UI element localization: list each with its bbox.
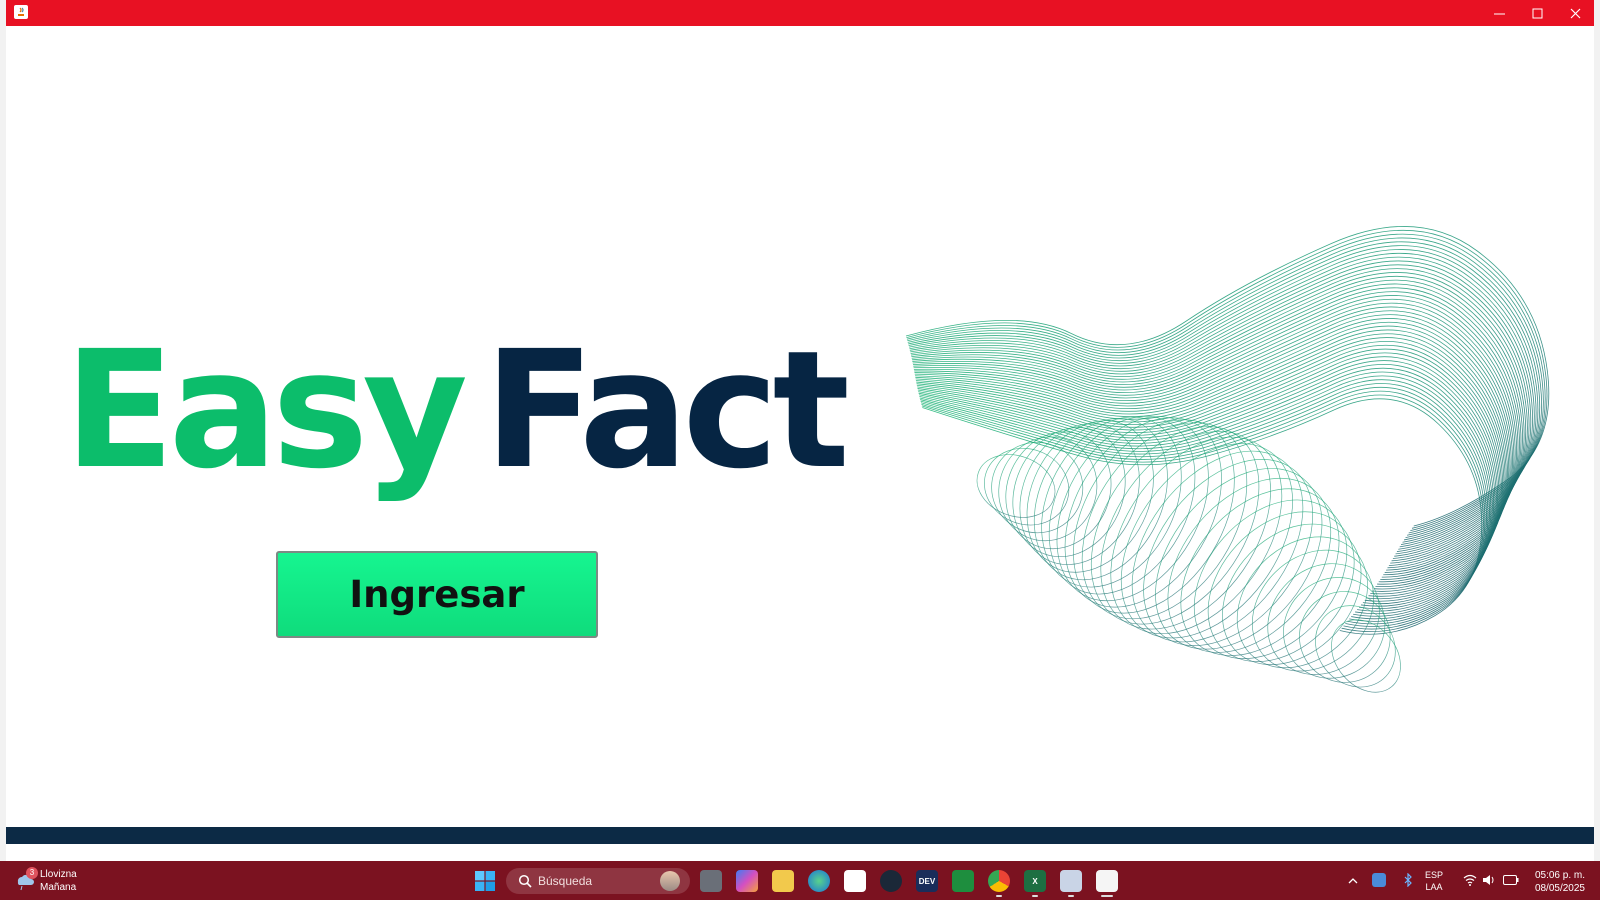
java-app-taskbar-icon[interactable]: [1096, 870, 1118, 892]
title-bar[interactable]: [6, 0, 1594, 26]
network-tray-icon[interactable]: [1372, 873, 1386, 887]
chevron-up-icon[interactable]: [1348, 876, 1358, 886]
excel-running-indicator: [1032, 895, 1038, 897]
maximize-icon: [1532, 8, 1542, 18]
search-placeholder: Búsqueda: [538, 874, 593, 888]
decorative-wave-mesh: [905, 226, 1550, 693]
system-clock[interactable]: 05:06 p. m. 08/05/2025: [1525, 869, 1585, 895]
clock-time: 05:06 p. m.: [1534, 870, 1585, 881]
logo-fact: Fact: [484, 317, 850, 505]
weather-when: Mañana: [40, 882, 77, 893]
excel-icon[interactable]: X: [1024, 870, 1046, 892]
taskbar-search[interactable]: Búsqueda: [506, 868, 690, 894]
minimize-icon: [1493, 13, 1505, 14]
minimize-button[interactable]: [1480, 0, 1518, 26]
rain-cloud-icon: 3: [14, 867, 38, 891]
search-icon: [518, 874, 532, 888]
windows-taskbar: 3 Llovizna Mañana Búsqueda DEV X ESP LAA…: [0, 861, 1600, 900]
java-app-icon: [14, 5, 28, 19]
bluetooth-icon[interactable]: [1403, 873, 1413, 887]
windows-start-icon[interactable]: [475, 871, 495, 891]
battery-icon[interactable]: [1503, 875, 1519, 885]
close-icon: [1570, 8, 1580, 18]
copilot-icon[interactable]: [736, 870, 758, 892]
virtualbox-running-indicator: [1068, 895, 1074, 897]
easyfact-logo: Easy Fact: [64, 316, 850, 526]
logo-easy: Easy: [64, 317, 468, 505]
maximize-button[interactable]: [1518, 0, 1556, 26]
volume-icon[interactable]: [1482, 874, 1496, 886]
app-window: Easy Fact Ingresar: [6, 0, 1594, 861]
file-explorer-icon[interactable]: [772, 870, 794, 892]
weather-condition: Llovizna: [40, 869, 77, 880]
dev-home-icon[interactable]: DEV: [916, 870, 938, 892]
chrome-running-indicator: [996, 895, 1002, 897]
ingresar-button[interactable]: Ingresar: [276, 551, 598, 638]
window-footer-bar: [6, 827, 1594, 844]
language-line1: ESP: [1425, 870, 1444, 880]
weather-widget[interactable]: 3 Llovizna Mañana: [14, 867, 77, 894]
search-highlight-avatar: [660, 871, 680, 891]
language-line2: LAA: [1425, 882, 1443, 892]
chrome-icon[interactable]: [988, 870, 1010, 892]
weather-badge: 3: [26, 867, 38, 879]
microsoft-store-icon[interactable]: [844, 870, 866, 892]
main-panel: Easy Fact Ingresar: [6, 26, 1594, 844]
google-classroom-icon[interactable]: [952, 870, 974, 892]
language-indicator[interactable]: ESP LAA: [1425, 869, 1443, 893]
task-view-icon[interactable]: [700, 870, 722, 892]
close-button[interactable]: [1556, 0, 1594, 26]
edge-icon[interactable]: [808, 870, 830, 892]
wifi-icon[interactable]: [1463, 874, 1477, 886]
java-app-active-indicator: [1101, 895, 1113, 897]
steam-icon[interactable]: [880, 870, 902, 892]
clock-date: 08/05/2025: [1534, 883, 1585, 894]
virtualbox-icon[interactable]: [1060, 870, 1082, 892]
